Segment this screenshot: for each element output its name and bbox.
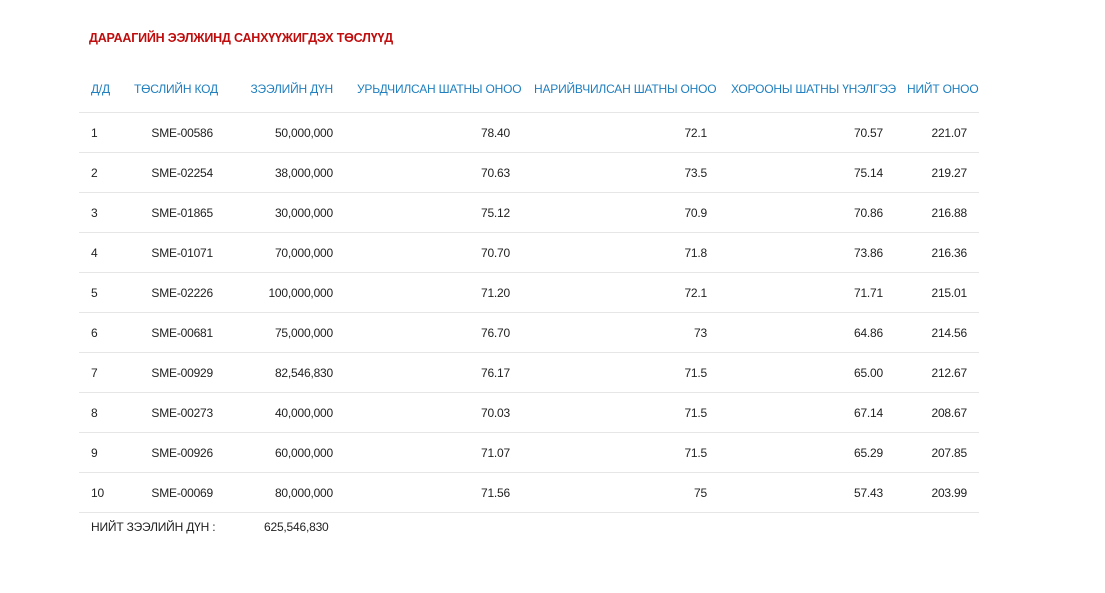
cell-total-score: 208.67 [895, 392, 979, 433]
cell-index: 9 [79, 432, 122, 473]
col-header-index: Д/Д [79, 66, 122, 113]
cell-index: 7 [79, 352, 122, 393]
cell-loan-amount: 50,000,000 [225, 112, 345, 153]
cell-prelim-score: 71.20 [345, 272, 522, 313]
cell-index: 2 [79, 152, 122, 193]
cell-prelim-score: 70.63 [345, 152, 522, 193]
table-row: 10 SME-00069 80,000,000 71.56 75 57.43 203.99 [79, 472, 979, 513]
table-row: 4 SME-01071 70,000,000 70.70 71.8 73.86 216.36 [79, 232, 979, 273]
cell-index: 10 [79, 472, 122, 513]
cell-total-score: 216.88 [895, 192, 979, 233]
cell-loan-amount: 70,000,000 [225, 232, 345, 273]
cell-project-code: SME-01071 [122, 232, 225, 273]
col-header-code: ТӨСЛИЙН КОД [122, 66, 225, 113]
cell-prelim-score: 76.70 [345, 312, 522, 353]
table-row: 5 SME-02226 100,000,000 71.20 72.1 71.71 215.0… [79, 272, 979, 313]
cell-project-code: SME-01865 [122, 192, 225, 233]
cell-detailed-score: 72.1 [522, 272, 719, 313]
cell-index: 5 [79, 272, 122, 313]
cell-loan-amount: 100,000,000 [225, 272, 345, 313]
cell-detailed-score: 73 [522, 312, 719, 353]
cell-loan-amount: 82,546,830 [225, 352, 345, 393]
cell-detailed-score: 75 [522, 472, 719, 513]
cell-project-code: SME-02254 [122, 152, 225, 193]
cell-project-code: SME-00929 [122, 352, 225, 393]
cell-committee-score: 73.86 [719, 232, 895, 273]
cell-prelim-score: 76.17 [345, 352, 522, 393]
cell-committee-score: 70.86 [719, 192, 895, 233]
cell-project-code: SME-00586 [122, 112, 225, 153]
projects-table: Д/Д ТӨСЛИЙН КОД ЗЭЭЛИЙН ДҮН УРЬДЧИЛСАН Ш… [79, 66, 979, 513]
total-loan-label: НИЙТ ЗЭЭЛИЙН ДҮН : [91, 520, 216, 534]
cell-loan-amount: 30,000,000 [225, 192, 345, 233]
cell-committee-score: 67.14 [719, 392, 895, 433]
cell-loan-amount: 38,000,000 [225, 152, 345, 193]
table-header-row: Д/Д ТӨСЛИЙН КОД ЗЭЭЛИЙН ДҮН УРЬДЧИЛСАН Ш… [79, 66, 979, 113]
cell-index: 1 [79, 112, 122, 153]
total-loan-value: 625,546,830 [264, 520, 329, 534]
cell-project-code: SME-00926 [122, 432, 225, 473]
table-row: 8 SME-00273 40,000,000 70.03 71.5 67.14 208.67 [79, 392, 979, 433]
cell-total-score: 216.36 [895, 232, 979, 273]
cell-committee-score: 71.71 [719, 272, 895, 313]
cell-total-score: 203.99 [895, 472, 979, 513]
cell-committee-score: 65.00 [719, 352, 895, 393]
cell-project-code: SME-00681 [122, 312, 225, 353]
cell-total-score: 214.56 [895, 312, 979, 353]
col-header-total-score: НИЙТ ОНОО [895, 66, 979, 113]
cell-total-score: 207.85 [895, 432, 979, 473]
cell-detailed-score: 71.8 [522, 232, 719, 273]
cell-index: 4 [79, 232, 122, 273]
cell-index: 3 [79, 192, 122, 233]
cell-committee-score: 64.86 [719, 312, 895, 353]
cell-total-score: 221.07 [895, 112, 979, 153]
cell-project-code: SME-02226 [122, 272, 225, 313]
cell-prelim-score: 70.03 [345, 392, 522, 433]
col-header-committee-score: ХОРООНЫ ШАТНЫ ҮНЭЛГЭЭ [719, 66, 896, 113]
table-row: 6 SME-00681 75,000,000 76.70 73 64.86 214.56 [79, 312, 979, 353]
cell-prelim-score: 70.70 [345, 232, 522, 273]
cell-committee-score: 65.29 [719, 432, 895, 473]
table-row: 9 SME-00926 60,000,000 71.07 71.5 65.29 207.85 [79, 432, 979, 473]
cell-prelim-score: 78.40 [345, 112, 522, 153]
cell-prelim-score: 71.56 [345, 472, 522, 513]
cell-detailed-score: 71.5 [522, 392, 719, 433]
cell-committee-score: 57.43 [719, 472, 895, 513]
table-row: 7 SME-00929 82,546,830 76.17 71.5 65.00 212.67 [79, 352, 979, 393]
cell-index: 6 [79, 312, 122, 353]
page-title: ДАРААГИЙН ЭЭЛЖИНД САНХҮҮЖИГДЭХ ТӨСЛҮҮД [89, 31, 393, 45]
cell-detailed-score: 73.5 [522, 152, 719, 193]
cell-committee-score: 70.57 [719, 112, 895, 153]
cell-index: 8 [79, 392, 122, 433]
table-row: 1 SME-00586 50,000,000 78.40 72.1 70.57 221.07 [79, 112, 979, 153]
col-header-loan: ЗЭЭЛИЙН ДҮН [225, 66, 345, 113]
cell-project-code: SME-00273 [122, 392, 225, 433]
cell-project-code: SME-00069 [122, 472, 225, 513]
cell-total-score: 219.27 [895, 152, 979, 193]
cell-detailed-score: 72.1 [522, 112, 719, 153]
col-header-detailed-score: НАРИЙВЧИЛСАН ШАТНЫ ОНОО [522, 66, 719, 113]
cell-detailed-score: 70.9 [522, 192, 719, 233]
cell-committee-score: 75.14 [719, 152, 895, 193]
table-body: 1 SME-00586 50,000,000 78.40 72.1 70.57 221.07… [79, 112, 979, 513]
cell-detailed-score: 71.5 [522, 432, 719, 473]
cell-loan-amount: 75,000,000 [225, 312, 345, 353]
cell-loan-amount: 60,000,000 [225, 432, 345, 473]
cell-total-score: 212.67 [895, 352, 979, 393]
cell-loan-amount: 80,000,000 [225, 472, 345, 513]
col-header-prelim-score: УРЬДЧИЛСАН ШАТНЫ ОНОО [345, 66, 522, 113]
cell-detailed-score: 71.5 [522, 352, 719, 393]
table-row: 2 SME-02254 38,000,000 70.63 73.5 75.14 219.27 [79, 152, 979, 193]
cell-loan-amount: 40,000,000 [225, 392, 345, 433]
cell-prelim-score: 71.07 [345, 432, 522, 473]
cell-total-score: 215.01 [895, 272, 979, 313]
table-row: 3 SME-01865 30,000,000 75.12 70.9 70.86 216.88 [79, 192, 979, 233]
cell-prelim-score: 75.12 [345, 192, 522, 233]
